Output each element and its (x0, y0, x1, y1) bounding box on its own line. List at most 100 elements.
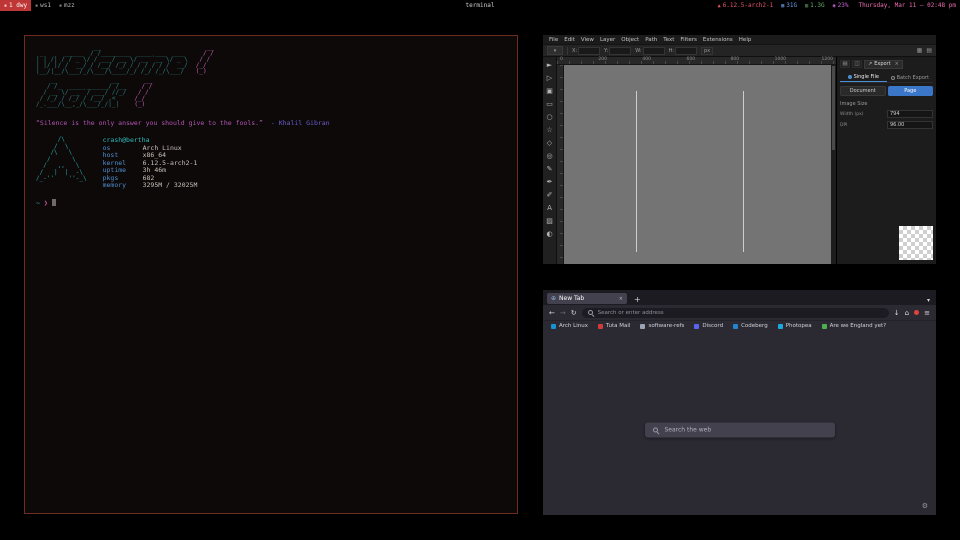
export-scope-button[interactable]: Document (840, 86, 886, 96)
tool-button[interactable]: ► (544, 58, 556, 71)
menu-item[interactable]: File (546, 37, 561, 43)
inkscape-body: ► ▷ ▣ ▭ ○ ☆ ◇ ◎ ✎ ✒ (543, 57, 936, 264)
ruler-number: 1000 (775, 57, 786, 62)
coordinate-field-input[interactable] (643, 47, 665, 55)
status-module-icon: ▥ (805, 3, 808, 9)
tab-close-icon[interactable]: × (619, 296, 623, 302)
tool-button[interactable]: ○ (544, 110, 556, 123)
units-dropdown[interactable]: px (701, 47, 713, 55)
fortune-quote: “Silence is the only answer you should g… (36, 119, 506, 127)
tool-button[interactable]: ◇ (544, 136, 556, 149)
bookmark-label: Photopea (786, 323, 812, 329)
quote-text: “Silence is the only answer you should g… (36, 119, 263, 127)
address-bar[interactable]: Search or enter address (582, 308, 889, 318)
page-border-right (743, 91, 744, 252)
tool-button[interactable]: ▷ (544, 71, 556, 84)
bookmark-item[interactable]: Discord (694, 323, 723, 329)
bookmark-item[interactable]: Are we England yet? (822, 323, 886, 329)
browser-tab[interactable]: ⊕ New Tab × (547, 293, 627, 304)
menu-item[interactable]: Edit (561, 37, 578, 43)
snap-toggle-icon[interactable]: ▦ (917, 47, 923, 54)
terminal-cursor[interactable] (52, 199, 56, 206)
tab-bar: ⊕ New Tab × + ▾ (543, 290, 936, 305)
dpi-label: DPI (840, 123, 848, 128)
tool-button[interactable]: ▨ (544, 214, 556, 227)
forward-button[interactable]: → (560, 309, 566, 317)
ascii-banner-welcome: __ _ _____ / /________ ____ ___ ___ | | … (36, 45, 188, 75)
inkscape-menubar: File Edit View Layer Object Path Text Fi… (543, 35, 936, 44)
dock-dialog-icon-2[interactable]: ◫ (852, 60, 862, 68)
status-module-text: 23% (838, 2, 849, 9)
menu-item[interactable]: Extensions (700, 37, 736, 43)
tool-button[interactable]: A (544, 201, 556, 214)
coordinate-field-input[interactable] (675, 47, 697, 55)
web-search-placeholder: Search the web (665, 427, 712, 434)
bookmark-item[interactable]: software-refs (640, 323, 684, 329)
ublock-extension-icon[interactable] (914, 310, 919, 315)
tool-button[interactable]: ▣ (544, 84, 556, 97)
bookmark-item[interactable]: Arch Linux (551, 323, 588, 329)
width-input[interactable]: 794 (887, 110, 933, 118)
dock-dialog-icon-1[interactable]: ▤ (840, 60, 850, 68)
dpi-input[interactable]: 96.00 (887, 121, 933, 129)
export-preview-thumbnail (899, 226, 933, 260)
coordinate-field-input[interactable] (609, 47, 631, 55)
export-mode-tabs: Single File Batch Export (840, 72, 933, 83)
bookmark-item[interactable]: Codeberg (733, 323, 768, 329)
workspace-tag[interactable]: ▪ mzz (55, 0, 79, 11)
prompt-path: ~ (36, 199, 40, 207)
menu-item[interactable]: Help (736, 37, 755, 43)
shell-prompt: ~ ❯ (36, 199, 506, 207)
bookmark-item[interactable]: Photopea (778, 323, 812, 329)
menu-item[interactable]: View (578, 37, 597, 43)
reload-button[interactable]: ↻ (571, 309, 577, 317)
ascii-banner-accent-2: __ / / / / /_/ (_) (134, 78, 152, 108)
address-bar-placeholder: Search or enter address (598, 310, 664, 316)
new-tab-button[interactable]: + (631, 295, 644, 304)
tool-button[interactable]: ▭ (544, 97, 556, 110)
menu-hamburger-icon[interactable]: ≡ (924, 309, 930, 317)
bookmark-label: Discord (702, 323, 723, 329)
bookmark-label: Codeberg (741, 323, 768, 329)
list-all-tabs-icon[interactable]: ▾ (927, 297, 932, 304)
personalize-gear-icon[interactable]: ⚙ (922, 502, 928, 510)
fetch-field-value: 3295M / 32025M (143, 182, 198, 190)
canvas[interactable] (564, 65, 831, 264)
coordinate-field-input[interactable] (578, 47, 600, 55)
tool-button[interactable]: ✎ (544, 162, 556, 175)
web-search-box[interactable]: Search the web (645, 423, 835, 438)
tool-button[interactable]: ◐ (544, 227, 556, 240)
home-icon[interactable]: ⌂ (905, 309, 909, 317)
tool-button[interactable]: ✐ (544, 188, 556, 201)
downloads-icon[interactable]: ↓ (894, 309, 900, 317)
menu-item[interactable]: Layer (597, 37, 618, 43)
menu-item[interactable]: Object (618, 37, 642, 43)
tool-button[interactable]: ☆ (544, 123, 556, 136)
export-panel-title: Export (874, 61, 890, 67)
workspace-tag[interactable]: ▪ ws1 (31, 0, 55, 11)
export-scope-button[interactable]: Page (888, 86, 934, 96)
menu-item[interactable]: Filters (677, 37, 700, 43)
workspace-tag[interactable]: ▪ 1 dwy (0, 0, 31, 11)
workspace-label: mzz (64, 2, 75, 9)
tool-button[interactable]: ✒ (544, 175, 556, 188)
menu-item[interactable]: Path (642, 37, 660, 43)
ascii-banner-back: __ __ / /_ ____ ______/ /__ / __ \/ __ `… (36, 78, 126, 108)
page-border-left (636, 91, 637, 252)
tool-button[interactable]: ◎ (544, 149, 556, 162)
export-mode-tab[interactable]: Single File (840, 72, 887, 82)
coordinate-field: Y: (604, 47, 631, 55)
export-dock-tab[interactable]: ↗ Export × (864, 60, 903, 69)
close-panel-icon[interactable]: × (895, 61, 899, 67)
selection-mode-dropdown[interactable]: ▾ (547, 46, 563, 55)
terminal-window[interactable]: __ _ _____ / /________ ____ ___ ___ | | … (24, 35, 518, 514)
bookmark-item[interactable]: Tuta Mail (598, 323, 630, 329)
ruler-number: 600 (686, 57, 695, 62)
export-mode-tab[interactable]: Batch Export (887, 72, 934, 82)
snap-toggle-icon[interactable]: ▤ (926, 47, 932, 54)
back-button[interactable]: ← (549, 309, 555, 317)
menu-item[interactable]: Text (660, 37, 677, 43)
ruler-number: 1200 (822, 57, 833, 62)
canvas-row (557, 65, 836, 264)
status-module-text: Thursday, Mar 11 — 02:48 pm (858, 2, 956, 9)
